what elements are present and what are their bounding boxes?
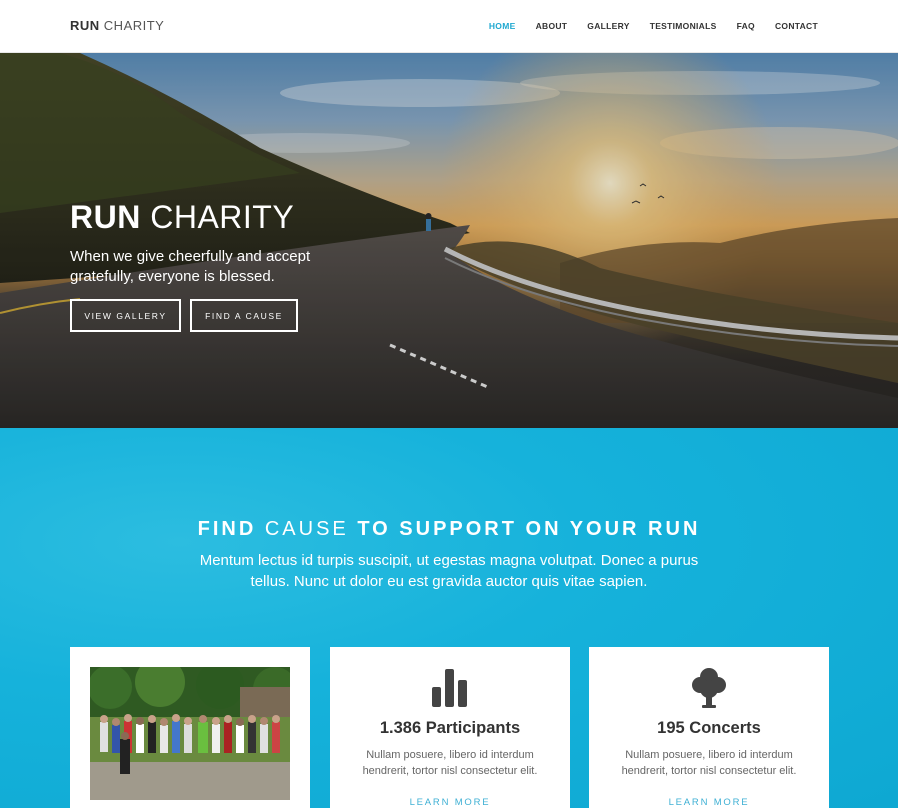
find-a-cause-button[interactable]: FIND A CAUSE	[190, 299, 298, 332]
find-cause-section: FIND CAUSE TO SUPPORT ON YOUR RUN Mentum…	[0, 428, 898, 808]
cause-title-part1: FIND	[197, 518, 257, 540]
concerts-heading: 195 Concerts	[657, 719, 761, 737]
cause-section-text: Mentum lectus id turpis suscipit, ut ege…	[199, 552, 699, 590]
cause-card-participants: 1.386 Participants Nullam posuere, liber…	[330, 647, 570, 808]
cause-title-part3: TO SUPPORT ON YOUR RUN	[357, 518, 701, 540]
nav-gallery-link[interactable]: GALLERY	[587, 21, 629, 31]
race-crowd-photo[interactable]	[90, 667, 290, 800]
view-gallery-button[interactable]: VIEW GALLERY	[70, 299, 181, 332]
concerts-description: Nullam posuere, libero id interdum hendr…	[621, 749, 797, 777]
participants-heading: 1.386 Participants	[379, 719, 521, 737]
nav-testimonials-link[interactable]: TESTIMONIALS	[650, 21, 717, 31]
hero-background-image	[0, 53, 898, 428]
participants-learn-more-link[interactable]: LEARN MORE	[330, 797, 570, 808]
hero-title-light: CHARITY	[150, 199, 295, 235]
main-menu: HOME ABOUT GALLERY TESTIMONIALS FAQ CONT…	[489, 21, 818, 31]
nav-home-link[interactable]: HOME	[489, 21, 516, 31]
hero-subtitle: When we give cheerfully and accept grate…	[70, 248, 311, 285]
hero-section: RUN CHARITY When we give cheerfully and …	[0, 53, 898, 428]
hero-title: RUN CHARITY	[70, 199, 294, 236]
top-navbar: RUN CHARITY HOME ABOUT GALLERY TESTIMONI…	[0, 0, 898, 53]
bar-chart-icon	[330, 667, 570, 711]
participants-description: Nullam posuere, libero id interdum hendr…	[362, 749, 538, 777]
nav-contact-link[interactable]: CONTACT	[775, 21, 818, 31]
hero-title-bold: RUN	[70, 199, 141, 235]
logo-light-text: CHARITY	[103, 18, 165, 33]
logo-bold-text: RUN	[70, 18, 100, 33]
nav-faq-link[interactable]: FAQ	[737, 21, 755, 31]
site-logo[interactable]: RUN CHARITY	[70, 18, 164, 33]
concerts-learn-more-link[interactable]: LEARN MORE	[589, 797, 829, 808]
tree-icon	[589, 667, 829, 711]
cause-section-title: FIND CAUSE TO SUPPORT ON YOUR RUN	[0, 518, 898, 541]
cause-title-part2: CAUSE	[264, 518, 349, 540]
nav-about-link[interactable]: ABOUT	[536, 21, 568, 31]
cause-card-concerts: 195 Concerts Nullam posuere, libero id i…	[589, 647, 829, 808]
cause-card-photo	[70, 647, 310, 808]
